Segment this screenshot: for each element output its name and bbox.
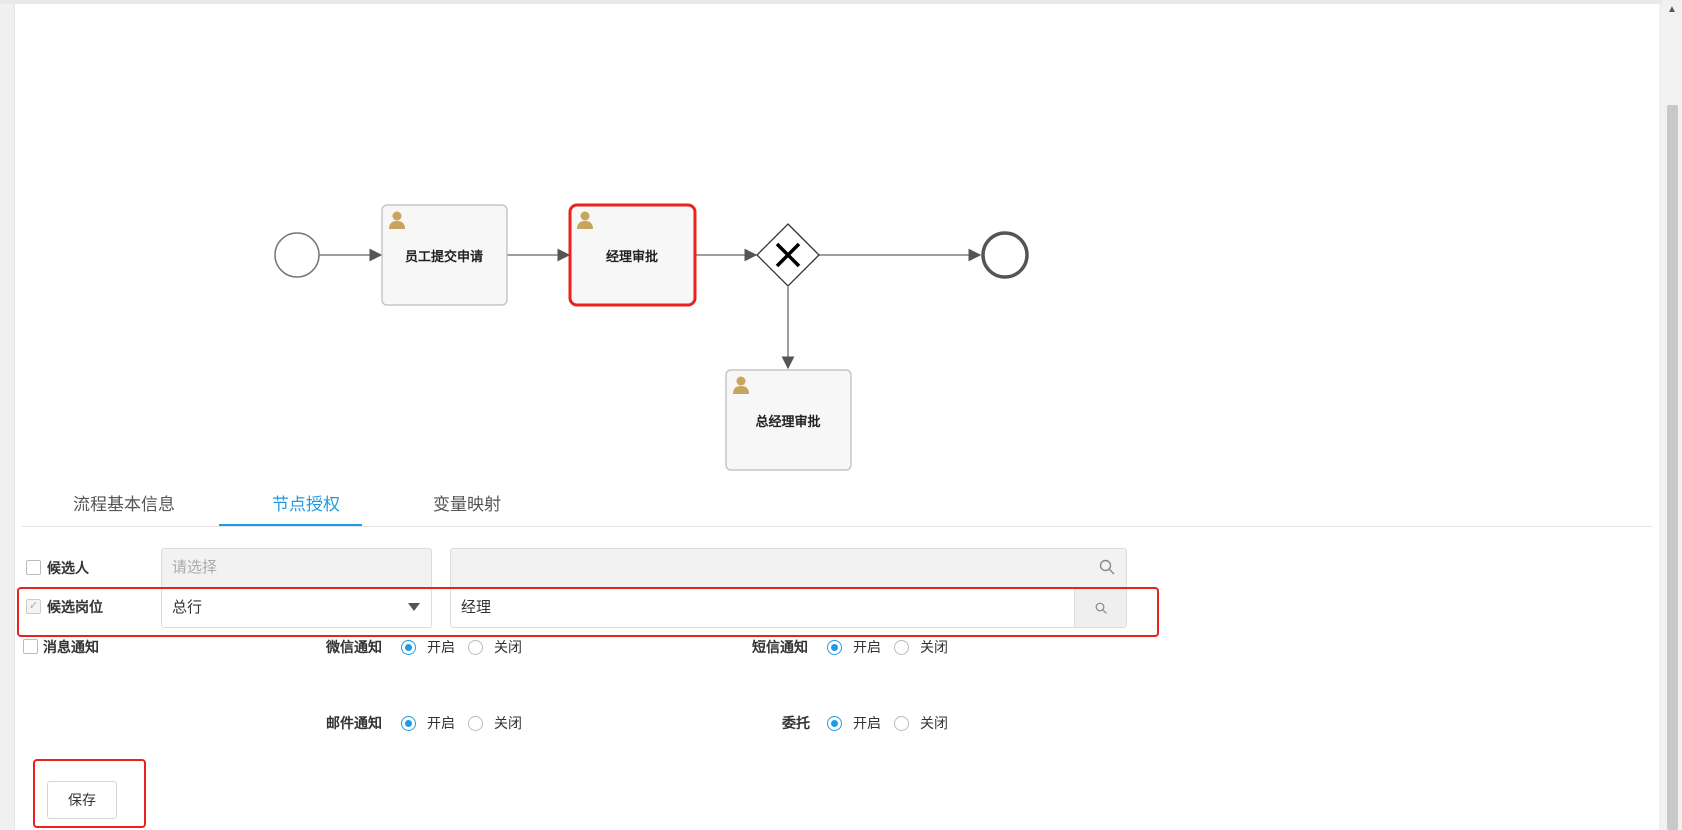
message-notify-label: 消息通知	[43, 639, 99, 655]
sms-off-label: 关闭	[920, 639, 948, 655]
candidate-user-checkbox[interactable]	[26, 560, 41, 575]
delegate-off-radio[interactable]	[894, 716, 909, 731]
vertical-scrollbar[interactable]: ▲	[1662, 0, 1682, 830]
delegate-on-label: 开启	[853, 715, 881, 731]
search-icon[interactable]	[1099, 559, 1115, 575]
sms-on-label: 开启	[853, 639, 881, 655]
start-event[interactable]	[274, 232, 320, 278]
exclusive-gateway[interactable]	[756, 223, 820, 287]
end-event[interactable]	[981, 231, 1029, 279]
wechat-on-radio[interactable]	[401, 640, 416, 655]
save-button[interactable]: 保存	[47, 781, 117, 819]
email-on-label: 开启	[427, 715, 455, 731]
email-on-radio[interactable]	[401, 716, 416, 731]
email-off-radio[interactable]	[468, 716, 483, 731]
tab-divider	[22, 526, 1652, 527]
delegate-off-label: 关闭	[920, 715, 948, 731]
candidate-user-search-input[interactable]	[450, 548, 1127, 588]
wechat-off-radio[interactable]	[468, 640, 483, 655]
task-manager-label: 经理审批	[606, 249, 658, 264]
tab-variable-mapping[interactable]: 变量映射	[433, 490, 501, 526]
email-off-label: 关闭	[494, 715, 522, 731]
task-gm-label: 总经理审批	[755, 414, 820, 429]
candidate-post-search-input[interactable]: 经理	[450, 588, 1127, 628]
tab-basic-info[interactable]: 流程基本信息	[73, 490, 175, 526]
candidate-post-search-value: 经理	[461, 599, 492, 616]
sms-notify-label: 短信通知	[752, 639, 808, 655]
scrollbar-thumb[interactable]	[1667, 105, 1678, 830]
wechat-on-label: 开启	[427, 639, 455, 655]
scroll-up-icon[interactable]: ▲	[1667, 4, 1677, 15]
candidate-post-select-value: 总行	[172, 599, 203, 616]
candidate-post-checkbox[interactable]: ✓	[26, 599, 41, 614]
candidate-post-label: 候选岗位	[47, 599, 103, 615]
delegate-on-radio[interactable]	[827, 716, 842, 731]
wechat-off-label: 关闭	[494, 639, 522, 655]
task-manager[interactable]: 经理审批	[568, 203, 697, 307]
search-icon	[1095, 602, 1107, 614]
delegate-label: 委托	[782, 715, 810, 731]
email-notify-label: 邮件通知	[326, 715, 382, 731]
sms-on-radio[interactable]	[827, 640, 842, 655]
sms-off-radio[interactable]	[894, 640, 909, 655]
candidate-post-search-button[interactable]	[1074, 589, 1126, 627]
candidate-post-select[interactable]: 总行	[161, 588, 432, 628]
candidate-user-label: 候选人	[47, 560, 89, 576]
tab-node-auth[interactable]: 节点授权	[272, 490, 340, 526]
chevron-down-icon[interactable]	[408, 603, 420, 611]
task-submit[interactable]: 员工提交申请	[381, 204, 508, 306]
wechat-notify-label: 微信通知	[326, 639, 382, 655]
tab-active-indicator	[219, 524, 362, 526]
process-diagram: 员工提交申请 经理审批 总经理审批	[274, 203, 1029, 471]
message-notify-checkbox[interactable]	[23, 639, 38, 654]
task-submit-label: 员工提交申请	[405, 249, 483, 264]
task-gm[interactable]: 总经理审批	[725, 369, 852, 471]
candidate-user-select[interactable]: 请选择	[161, 548, 432, 588]
